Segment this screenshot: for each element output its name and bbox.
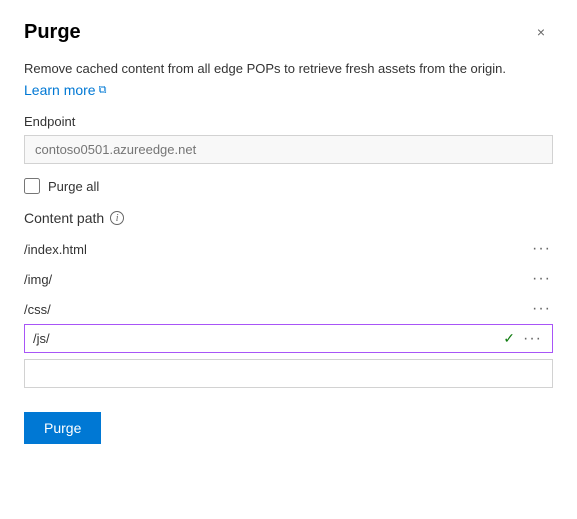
- path-more-button-css[interactable]: ···: [530, 301, 553, 317]
- dialog-description: Remove cached content from all edge POPs…: [24, 60, 553, 78]
- close-button[interactable]: ×: [529, 20, 553, 44]
- dialog-header: Purge ×: [24, 20, 553, 44]
- new-path-input[interactable]: [24, 359, 553, 388]
- dialog-footer: Purge: [24, 412, 553, 444]
- learn-more-link[interactable]: Learn more ⧉: [24, 82, 553, 98]
- path-value-css: /css/: [24, 302, 51, 317]
- endpoint-input[interactable]: [24, 135, 553, 164]
- content-path-text: Content path: [24, 210, 104, 226]
- purge-button[interactable]: Purge: [24, 412, 101, 444]
- path-row-index: /index.html ···: [24, 234, 553, 264]
- check-icon: ✓: [503, 330, 515, 347]
- learn-more-label: Learn more: [24, 82, 96, 98]
- path-value-index: /index.html: [24, 242, 87, 257]
- purge-dialog: Purge × Remove cached content from all e…: [0, 0, 577, 519]
- purge-all-label[interactable]: Purge all: [48, 179, 99, 194]
- path-more-button-img[interactable]: ···: [530, 271, 553, 287]
- path-more-button-js[interactable]: ···: [521, 331, 544, 347]
- content-path-label-row: Content path i: [24, 210, 553, 226]
- endpoint-label: Endpoint: [24, 114, 553, 129]
- external-link-icon: ⧉: [99, 84, 107, 97]
- path-row-js: /js/ ✓ ···: [24, 324, 553, 353]
- path-row-css: /css/ ···: [24, 294, 553, 324]
- path-row-img: /img/ ···: [24, 264, 553, 294]
- path-list: /index.html ··· /img/ ··· /css/ ··· /js/…: [24, 234, 553, 388]
- dialog-title: Purge: [24, 21, 81, 44]
- close-icon: ×: [537, 24, 545, 40]
- purge-all-checkbox[interactable]: [24, 178, 40, 194]
- path-value-js: /js/: [33, 331, 50, 346]
- info-icon[interactable]: i: [110, 211, 124, 225]
- path-more-button-index[interactable]: ···: [530, 241, 553, 257]
- path-row-js-actions: ✓ ···: [503, 330, 544, 347]
- path-value-img: /img/: [24, 272, 52, 287]
- purge-all-row: Purge all: [24, 178, 553, 194]
